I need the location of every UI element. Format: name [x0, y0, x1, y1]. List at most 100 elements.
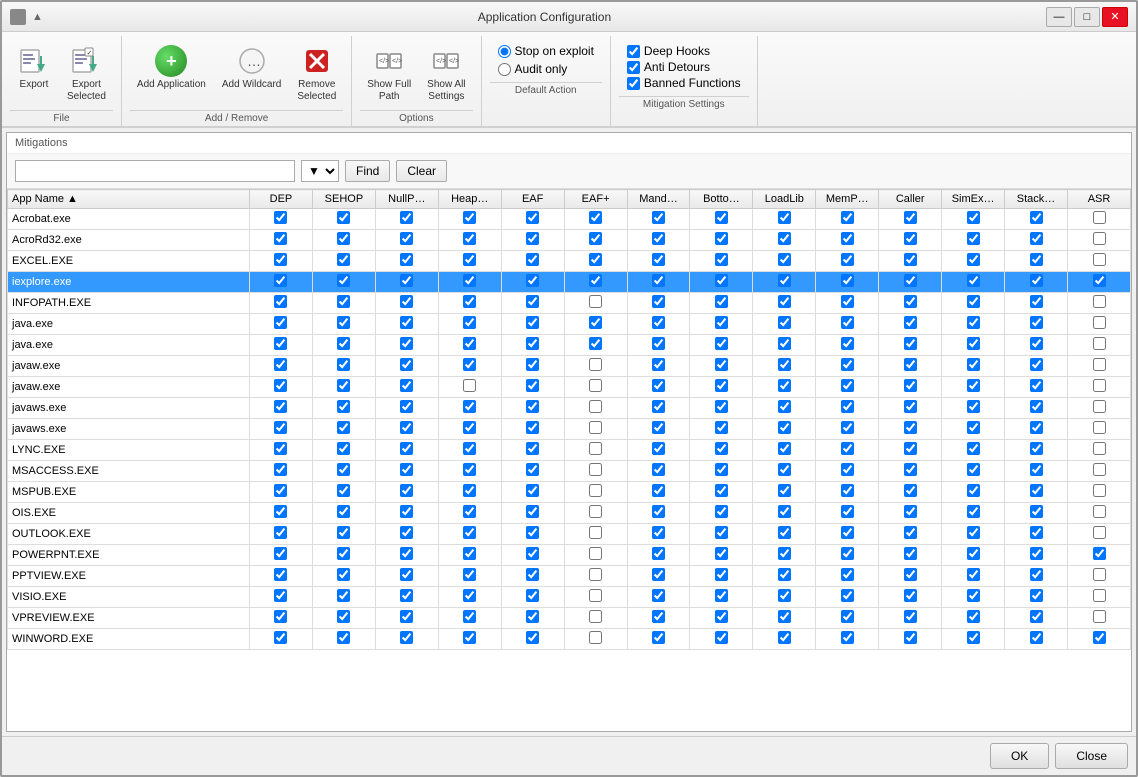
checkbox-16-11[interactable]: [967, 547, 980, 560]
col-botto[interactable]: Botto…: [690, 190, 753, 209]
cell-check-8[interactable]: [753, 314, 816, 335]
cell-check-3[interactable]: [438, 545, 501, 566]
checkbox-8-6[interactable]: [652, 379, 665, 392]
table-row[interactable]: iexplore.exe: [8, 272, 1131, 293]
checkbox-16-1[interactable]: [337, 547, 350, 560]
checkbox-19-10[interactable]: [904, 610, 917, 623]
checkbox-10-9[interactable]: [841, 421, 854, 434]
cell-check-12[interactable]: [1005, 419, 1068, 440]
cell-check-4[interactable]: [501, 482, 564, 503]
checkbox-18-8[interactable]: [778, 589, 791, 602]
anti-detours-checkbox[interactable]: Anti Detours: [627, 60, 741, 74]
cell-check-0[interactable]: [250, 524, 313, 545]
cell-check-13[interactable]: [1068, 608, 1131, 629]
cell-check-10[interactable]: [879, 587, 942, 608]
cell-check-4[interactable]: [501, 377, 564, 398]
checkbox-5-2[interactable]: [400, 316, 413, 329]
cell-check-3[interactable]: [438, 272, 501, 293]
cell-check-6[interactable]: [627, 629, 690, 650]
checkbox-20-4[interactable]: [526, 631, 539, 644]
deep-hooks-checkbox[interactable]: Deep Hooks: [627, 44, 741, 58]
cell-check-1[interactable]: [312, 251, 375, 272]
checkbox-15-1[interactable]: [337, 526, 350, 539]
stop-on-exploit-input[interactable]: [498, 45, 511, 58]
cell-check-4[interactable]: [501, 545, 564, 566]
checkbox-18-10[interactable]: [904, 589, 917, 602]
checkbox-10-8[interactable]: [778, 421, 791, 434]
checkbox-11-3[interactable]: [463, 442, 476, 455]
checkbox-11-9[interactable]: [841, 442, 854, 455]
cell-check-9[interactable]: [816, 230, 879, 251]
cell-check-8[interactable]: [753, 230, 816, 251]
cell-check-7[interactable]: [690, 629, 753, 650]
checkbox-15-3[interactable]: [463, 526, 476, 539]
checkbox-6-2[interactable]: [400, 337, 413, 350]
cell-check-1[interactable]: [312, 566, 375, 587]
col-memp[interactable]: MemP…: [816, 190, 879, 209]
checkbox-11-11[interactable]: [967, 442, 980, 455]
checkbox-19-7[interactable]: [715, 610, 728, 623]
cell-check-9[interactable]: [816, 524, 879, 545]
cell-check-7[interactable]: [690, 230, 753, 251]
audit-only-radio[interactable]: Audit only: [498, 62, 594, 76]
cell-check-4[interactable]: [501, 566, 564, 587]
checkbox-9-8[interactable]: [778, 400, 791, 413]
checkbox-18-5[interactable]: [589, 589, 602, 602]
checkbox-17-2[interactable]: [400, 568, 413, 581]
checkbox-2-1[interactable]: [337, 253, 350, 266]
cell-check-8[interactable]: [753, 608, 816, 629]
checkbox-5-0[interactable]: [274, 316, 287, 329]
cell-check-0[interactable]: [250, 440, 313, 461]
cell-check-7[interactable]: [690, 461, 753, 482]
cell-check-13[interactable]: [1068, 377, 1131, 398]
checkbox-1-4[interactable]: [526, 232, 539, 245]
cell-check-4[interactable]: [501, 503, 564, 524]
cell-check-2[interactable]: [375, 524, 438, 545]
cell-check-8[interactable]: [753, 503, 816, 524]
cell-check-6[interactable]: [627, 230, 690, 251]
checkbox-14-6[interactable]: [652, 505, 665, 518]
checkbox-8-5[interactable]: [589, 379, 602, 392]
cell-check-12[interactable]: [1005, 251, 1068, 272]
cell-check-10[interactable]: [879, 230, 942, 251]
checkbox-1-8[interactable]: [778, 232, 791, 245]
cell-check-9[interactable]: [816, 419, 879, 440]
col-eaf[interactable]: EAF: [501, 190, 564, 209]
cell-check-10[interactable]: [879, 293, 942, 314]
checkbox-10-11[interactable]: [967, 421, 980, 434]
table-row[interactable]: INFOPATH.EXE: [8, 293, 1131, 314]
checkbox-19-2[interactable]: [400, 610, 413, 623]
cell-check-12[interactable]: [1005, 335, 1068, 356]
banned-functions-checkbox[interactable]: Banned Functions: [627, 76, 741, 90]
checkbox-6-12[interactable]: [1030, 337, 1043, 350]
cell-check-10[interactable]: [879, 209, 942, 230]
checkbox-12-4[interactable]: [526, 463, 539, 476]
checkbox-8-0[interactable]: [274, 379, 287, 392]
checkbox-2-9[interactable]: [841, 253, 854, 266]
cell-check-10[interactable]: [879, 503, 942, 524]
checkbox-16-4[interactable]: [526, 547, 539, 560]
cell-check-13[interactable]: [1068, 440, 1131, 461]
cell-check-4[interactable]: [501, 461, 564, 482]
cell-check-2[interactable]: [375, 293, 438, 314]
checkbox-3-4[interactable]: [526, 274, 539, 287]
cell-check-2[interactable]: [375, 629, 438, 650]
checkbox-8-13[interactable]: [1093, 379, 1106, 392]
checkbox-17-7[interactable]: [715, 568, 728, 581]
cell-check-12[interactable]: [1005, 314, 1068, 335]
checkbox-20-1[interactable]: [337, 631, 350, 644]
cell-check-11[interactable]: [942, 356, 1005, 377]
cell-check-6[interactable]: [627, 440, 690, 461]
cell-check-6[interactable]: [627, 272, 690, 293]
cell-check-9[interactable]: [816, 209, 879, 230]
search-input[interactable]: [15, 160, 295, 182]
checkbox-5-12[interactable]: [1030, 316, 1043, 329]
cell-check-4[interactable]: [501, 251, 564, 272]
cell-check-0[interactable]: [250, 629, 313, 650]
cell-check-0[interactable]: [250, 314, 313, 335]
checkbox-12-3[interactable]: [463, 463, 476, 476]
cell-check-8[interactable]: [753, 629, 816, 650]
checkbox-16-6[interactable]: [652, 547, 665, 560]
table-row[interactable]: javaw.exe: [8, 377, 1131, 398]
checkbox-2-2[interactable]: [400, 253, 413, 266]
